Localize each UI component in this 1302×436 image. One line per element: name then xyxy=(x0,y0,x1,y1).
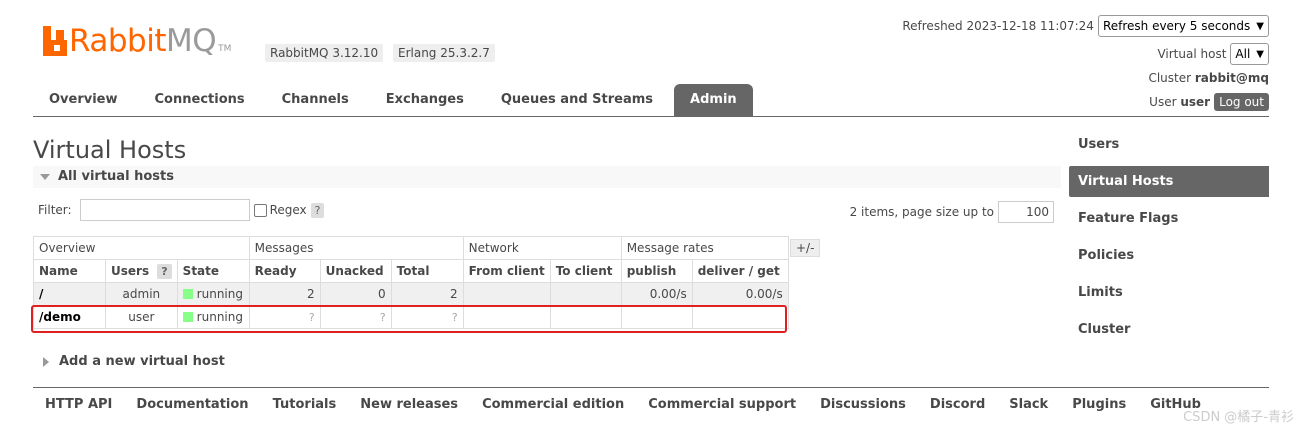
from-client-rate xyxy=(462,282,551,306)
footer-link-http-api[interactable]: HTTP API xyxy=(45,397,112,412)
rabbitmq-version-badge: RabbitMQ 3.12.10 xyxy=(265,44,384,62)
logo-trademark: TM xyxy=(218,44,232,54)
col-header-name[interactable]: Name xyxy=(33,259,106,283)
footer-link-plugins[interactable]: Plugins xyxy=(1072,397,1126,412)
tab-exchanges[interactable]: Exchanges xyxy=(370,84,480,116)
footer-link-new-releases[interactable]: New releases xyxy=(360,397,458,412)
column-toggle-button[interactable]: +/- xyxy=(790,239,821,257)
regex-help-icon[interactable]: ? xyxy=(310,202,325,218)
refresh-interval-select[interactable]: Refresh every 5 seconds ▼ xyxy=(1097,15,1269,37)
tab-overview[interactable]: Overview xyxy=(33,84,134,116)
chevron-down-icon: ▼ xyxy=(1256,48,1264,60)
group-header-network: Network xyxy=(462,236,622,260)
col-header-deliver-get[interactable]: deliver / get xyxy=(691,259,789,283)
vhost-state: running xyxy=(176,282,250,306)
footer-links: HTTP API Documentation Tutorials New rel… xyxy=(33,387,1269,412)
filter-label: Filter: xyxy=(38,203,72,217)
sidebar-item-users[interactable]: Users xyxy=(1069,129,1269,166)
users-help-icon[interactable]: ? xyxy=(157,264,172,279)
pagination-info: 2 items, page size up to 100 xyxy=(850,201,1054,223)
col-header-unacked[interactable]: Unacked xyxy=(319,259,392,283)
group-header-overview: Overview xyxy=(33,236,250,260)
rabbit-logo-icon xyxy=(43,26,67,56)
row-highlight-box xyxy=(31,305,787,333)
group-header-message-rates: Message rates xyxy=(620,236,789,260)
regex-label: Regex xyxy=(269,203,307,217)
main-nav-tabs: Overview Connections Channels Exchanges … xyxy=(33,84,1269,117)
page-title: Virtual Hosts xyxy=(33,136,187,164)
col-header-state[interactable]: State xyxy=(176,259,250,283)
footer-link-commercial-edition[interactable]: Commercial edition xyxy=(482,397,624,412)
unacked-count: 0 xyxy=(319,282,392,306)
col-header-to-client[interactable]: To client xyxy=(549,259,622,283)
collapse-triangle-icon xyxy=(40,173,50,180)
footer-link-documentation[interactable]: Documentation xyxy=(136,397,248,412)
filter-input[interactable] xyxy=(79,199,250,221)
footer-link-commercial-support[interactable]: Commercial support xyxy=(648,397,796,412)
vhost-select[interactable]: All ▼ xyxy=(1230,43,1269,65)
vhost-select-label: Virtual host xyxy=(1157,47,1227,61)
items-count-text: 2 items, page size up to xyxy=(849,205,994,219)
group-header-messages: Messages xyxy=(248,236,464,260)
sidebar-item-cluster[interactable]: Cluster xyxy=(1069,314,1269,351)
tab-channels[interactable]: Channels xyxy=(266,84,365,116)
tab-admin[interactable]: Admin xyxy=(674,84,753,116)
publish-rate: 0.00/s xyxy=(620,282,693,306)
all-vhosts-section: All virtual hosts xyxy=(33,166,1061,188)
vhost-users: admin xyxy=(105,282,178,306)
ready-count: 2 xyxy=(248,282,321,306)
logo-text: RabbitMQ xyxy=(69,23,217,59)
refreshed-timestamp: Refreshed 2023-12-18 11:07:24 xyxy=(902,19,1094,33)
expand-triangle-icon xyxy=(43,356,49,367)
erlang-version-badge: Erlang 25.3.2.7 xyxy=(393,44,495,62)
col-header-ready[interactable]: Ready xyxy=(248,259,321,283)
filter-row: Filter: Regex ? xyxy=(38,199,325,221)
cluster-label: Cluster xyxy=(1148,71,1192,85)
all-vhosts-toggle[interactable]: All virtual hosts xyxy=(33,166,1061,188)
running-status-icon xyxy=(182,288,193,299)
total-count: 2 xyxy=(390,282,464,306)
col-header-publish[interactable]: publish xyxy=(620,259,693,283)
footer-link-slack[interactable]: Slack xyxy=(1009,397,1048,412)
page-size-input[interactable]: 100 xyxy=(998,201,1054,223)
chevron-down-icon: ▼ xyxy=(1256,20,1264,32)
vhost-name-link[interactable]: / xyxy=(33,282,106,306)
tab-queues-and-streams[interactable]: Queues and Streams xyxy=(485,84,669,116)
footer-link-discord[interactable]: Discord xyxy=(930,397,985,412)
rabbitmq-logo: RabbitMQ TM xyxy=(43,23,232,59)
cluster-name: rabbit@mq xyxy=(1194,71,1269,85)
sidebar-item-virtual-hosts[interactable]: Virtual Hosts xyxy=(1069,166,1269,197)
sidebar-item-limits[interactable]: Limits xyxy=(1069,277,1269,314)
csdn-watermark: CSDN @橘子-青衫 xyxy=(1183,410,1294,425)
footer-link-discussions[interactable]: Discussions xyxy=(820,397,906,412)
tab-connections[interactable]: Connections xyxy=(139,84,261,116)
deliver-get-rate: 0.00/s xyxy=(691,282,789,306)
col-header-total[interactable]: Total xyxy=(390,259,464,283)
sidebar-item-policies[interactable]: Policies xyxy=(1069,240,1269,277)
admin-sidebar: Users Virtual Hosts Feature Flags Polici… xyxy=(1069,129,1269,351)
col-header-users[interactable]: Users ? xyxy=(105,259,178,283)
to-client-rate xyxy=(549,282,622,306)
table-row[interactable]: / admin running 2 0 2 0.00/s 0.00/s xyxy=(33,282,789,306)
regex-checkbox[interactable] xyxy=(253,203,267,217)
footer-link-tutorials[interactable]: Tutorials xyxy=(273,397,337,412)
sidebar-item-feature-flags[interactable]: Feature Flags xyxy=(1069,203,1269,240)
add-vhost-toggle[interactable]: Add a new virtual host xyxy=(43,354,225,369)
col-header-from-client[interactable]: From client xyxy=(462,259,551,283)
